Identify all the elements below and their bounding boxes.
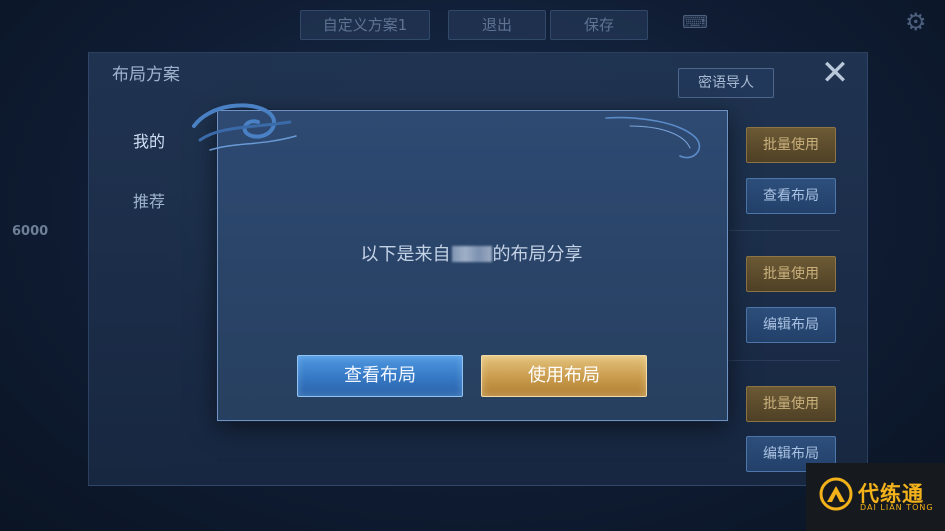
use-layout-button[interactable]: 使用布局	[481, 355, 647, 397]
blurred-username	[451, 246, 492, 262]
top-toolbar: 自定义方案1 退出 保存 ⌨ ⚙	[0, 0, 945, 48]
logo-icon	[819, 477, 853, 511]
share-message: 以下是来自 的布局分享	[217, 240, 726, 266]
view-layout-button[interactable]: 查看布局	[297, 355, 463, 397]
custom-plan-button[interactable]: 自定义方案1	[300, 10, 430, 40]
watermark-name-en: DAI LIAN TONG	[860, 503, 934, 512]
keyboard-icon[interactable]: ⌨	[682, 12, 708, 33]
gear-icon[interactable]: ⚙	[905, 8, 927, 36]
batch-use-button[interactable]: 批量使用	[746, 127, 836, 163]
panel-title: 布局方案	[112, 65, 180, 85]
view-layout-button[interactable]: 查看布局	[746, 178, 836, 214]
coin-count: 6000	[12, 224, 49, 239]
close-icon[interactable]: ✕	[818, 56, 852, 90]
cloud-decoration-icon	[192, 103, 297, 151]
tab-recommended[interactable]: 推荐	[133, 188, 165, 212]
save-button[interactable]: 保存	[550, 10, 648, 40]
cloud-decoration-icon	[605, 116, 701, 159]
batch-use-button[interactable]: 批量使用	[746, 386, 836, 422]
exit-button[interactable]: 退出	[448, 10, 546, 40]
batch-use-button[interactable]: 批量使用	[746, 256, 836, 292]
secret-import-button[interactable]: 密语导人	[678, 68, 774, 98]
message-prefix: 以下是来自	[360, 244, 451, 265]
message-suffix: 的布局分享	[492, 244, 583, 265]
edit-layout-button[interactable]: 编辑布局	[746, 307, 836, 343]
tab-mine[interactable]: 我的	[133, 128, 165, 152]
